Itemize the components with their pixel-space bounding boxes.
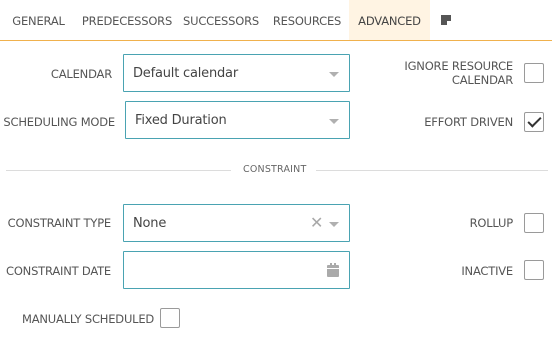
effort-driven-label: EFFORT DRIVEN [424, 115, 513, 129]
scheduling-mode-select[interactable]: Fixed Duration [125, 101, 350, 139]
constraint-date-label: CONSTRAINT DATE [6, 264, 111, 278]
check-icon [527, 113, 542, 128]
constraint-type-select[interactable]: None ✕ [123, 204, 350, 242]
inactive-checkbox[interactable] [524, 260, 544, 280]
inactive-label: INACTIVE [461, 264, 513, 278]
tab-bar: GENERAL PREDECESSORS SUCCESSORS RESOURCE… [0, 0, 552, 41]
calendar-icon[interactable] [327, 263, 339, 277]
chevron-down-icon[interactable] [329, 119, 339, 124]
chevron-down-icon[interactable] [329, 222, 339, 227]
tab-resources[interactable]: RESOURCES [265, 0, 349, 40]
tab-predecessors[interactable]: PREDECESSORS [77, 0, 177, 40]
manually-scheduled-checkbox[interactable] [160, 308, 180, 328]
scheduling-mode-label: SCHEDULING MODE [3, 115, 115, 129]
calendar-value: Default calendar [133, 66, 238, 81]
tab-notes[interactable] [432, 0, 464, 40]
clear-icon[interactable]: ✕ [310, 215, 323, 231]
rollup-label: ROLLUP [469, 216, 514, 230]
scheduling-mode-value: Fixed Duration [135, 113, 227, 128]
rollup-checkbox[interactable] [524, 213, 544, 233]
ignore-resource-calendar-label: IGNORE RESOURCE CALENDAR [404, 59, 513, 87]
notes-icon [441, 15, 451, 25]
tab-general[interactable]: GENERAL [0, 0, 77, 40]
tab-advanced[interactable]: ADVANCED [349, 0, 430, 40]
calendar-label: CALENDAR [50, 67, 112, 81]
section-divider-left [6, 170, 231, 171]
calendar-select[interactable]: Default calendar [123, 54, 350, 92]
constraint-section-title: CONSTRAINT [243, 164, 307, 175]
constraint-type-label: CONSTRAINT TYPE [7, 216, 112, 230]
effort-driven-checkbox[interactable] [524, 112, 544, 132]
manually-scheduled-label: MANUALLY SCHEDULED [22, 312, 155, 326]
chevron-down-icon[interactable] [329, 72, 339, 77]
ignore-resource-calendar-checkbox[interactable] [524, 63, 544, 83]
constraint-type-value: None [133, 216, 167, 231]
tab-successors[interactable]: SUCCESSORS [177, 0, 265, 40]
section-divider-right [316, 170, 548, 171]
constraint-date-field[interactable] [123, 251, 350, 289]
